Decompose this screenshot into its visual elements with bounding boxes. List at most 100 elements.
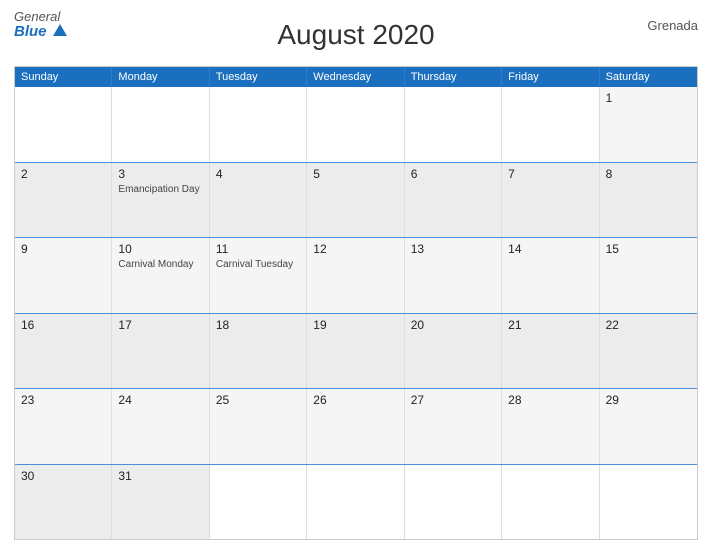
cal-cell-w1-d4: 6 <box>405 163 502 238</box>
day-number: 31 <box>118 469 202 483</box>
header-monday: Monday <box>112 67 209 87</box>
day-number: 16 <box>21 318 105 332</box>
logo-general-text: General <box>14 10 60 24</box>
cal-cell-w0-d4 <box>405 87 502 162</box>
calendar-week-1: 1 <box>15 87 697 162</box>
cal-cell-w3-d4: 20 <box>405 314 502 389</box>
cal-cell-w5-d1: 31 <box>112 465 209 540</box>
day-number: 5 <box>313 167 397 181</box>
calendar-week-4: 16 17 18 19 20 21 22 <box>15 313 697 389</box>
country-label: Grenada <box>647 18 698 33</box>
day-number: 26 <box>313 393 397 407</box>
cal-cell-w3-d3: 19 <box>307 314 404 389</box>
day-number: 19 <box>313 318 397 332</box>
day-number: 3 <box>118 167 202 181</box>
cal-cell-w2-d2: 11 Carnival Tuesday <box>210 238 307 313</box>
day-number: 22 <box>606 318 691 332</box>
cal-cell-w0-d0 <box>15 87 112 162</box>
cal-cell-w4-d5: 28 <box>502 389 599 464</box>
day-number: 7 <box>508 167 592 181</box>
day-number: 18 <box>216 318 300 332</box>
day-event: Emancipation Day <box>118 183 202 196</box>
day-event: Carnival Tuesday <box>216 258 300 271</box>
cal-cell-w3-d6: 22 <box>600 314 697 389</box>
day-number: 27 <box>411 393 495 407</box>
day-number: 1 <box>606 91 691 105</box>
logo-blue-text: Blue <box>14 24 67 41</box>
cal-cell-w1-d2: 4 <box>210 163 307 238</box>
cal-cell-w2-d4: 13 <box>405 238 502 313</box>
cal-cell-w2-d6: 15 <box>600 238 697 313</box>
day-number: 6 <box>411 167 495 181</box>
day-number: 30 <box>21 469 105 483</box>
calendar-week-6: 30 31 <box>15 464 697 540</box>
day-number: 9 <box>21 242 105 256</box>
calendar-body: 123Emancipation Day45678910Carnival Mond… <box>15 87 697 539</box>
cal-cell-w2-d5: 14 <box>502 238 599 313</box>
cal-cell-w1-d5: 7 <box>502 163 599 238</box>
cal-cell-w2-d0: 9 <box>15 238 112 313</box>
cal-cell-w5-d2 <box>210 465 307 540</box>
day-number: 28 <box>508 393 592 407</box>
cal-cell-w1-d0: 2 <box>15 163 112 238</box>
day-number: 24 <box>118 393 202 407</box>
calendar-week-2: 23 Emancipation Day 45678 <box>15 162 697 238</box>
header-saturday: Saturday <box>600 67 697 87</box>
day-number: 14 <box>508 242 592 256</box>
day-number: 12 <box>313 242 397 256</box>
cal-cell-w3-d0: 16 <box>15 314 112 389</box>
cal-cell-w1-d6: 8 <box>600 163 697 238</box>
cal-cell-w3-d1: 17 <box>112 314 209 389</box>
calendar-grid: Sunday Monday Tuesday Wednesday Thursday… <box>14 66 698 540</box>
cal-cell-w4-d6: 29 <box>600 389 697 464</box>
cal-cell-w5-d3 <box>307 465 404 540</box>
day-number: 8 <box>606 167 691 181</box>
day-number: 23 <box>21 393 105 407</box>
cal-cell-w0-d6: 1 <box>600 87 697 162</box>
day-number: 10 <box>118 242 202 256</box>
day-event: Carnival Monday <box>118 258 202 271</box>
cal-cell-w3-d5: 21 <box>502 314 599 389</box>
cal-cell-w0-d2 <box>210 87 307 162</box>
cal-cell-w5-d6 <box>600 465 697 540</box>
day-number: 17 <box>118 318 202 332</box>
day-number: 13 <box>411 242 495 256</box>
cal-cell-w4-d0: 23 <box>15 389 112 464</box>
header-sunday: Sunday <box>15 67 112 87</box>
cal-cell-w0-d5 <box>502 87 599 162</box>
cal-cell-w2-d1: 10 Carnival Monday <box>112 238 209 313</box>
header-thursday: Thursday <box>405 67 502 87</box>
page: General Blue August 2020 Grenada Sunday … <box>0 0 712 550</box>
day-number: 25 <box>216 393 300 407</box>
day-number: 2 <box>21 167 105 181</box>
header-tuesday: Tuesday <box>210 67 307 87</box>
cal-cell-w5-d5 <box>502 465 599 540</box>
day-number: 21 <box>508 318 592 332</box>
cal-cell-w5-d0: 30 <box>15 465 112 540</box>
day-number: 29 <box>606 393 691 407</box>
day-number: 11 <box>216 242 300 256</box>
cal-cell-w1-d1: 3 Emancipation Day <box>112 163 209 238</box>
logo-triangle-icon <box>53 24 67 36</box>
header-friday: Friday <box>502 67 599 87</box>
cal-cell-w4-d2: 25 <box>210 389 307 464</box>
cal-cell-w2-d3: 12 <box>307 238 404 313</box>
day-number: 15 <box>606 242 691 256</box>
calendar-week-3: 9 10 Carnival Monday 11 Carnival Tuesday 12 13… <box>15 237 697 313</box>
cal-cell-w4-d1: 24 <box>112 389 209 464</box>
logo: General Blue <box>14 10 67 41</box>
calendar-week-5: 23 24 25 26 27 28 29 <box>15 388 697 464</box>
cal-cell-w5-d4 <box>405 465 502 540</box>
cal-cell-w0-d1 <box>112 87 209 162</box>
calendar-header-row: Sunday Monday Tuesday Wednesday Thursday… <box>15 67 697 87</box>
calendar-header: General Blue August 2020 Grenada <box>14 10 698 60</box>
header-wednesday: Wednesday <box>307 67 404 87</box>
cal-cell-w1-d3: 5 <box>307 163 404 238</box>
day-number: 20 <box>411 318 495 332</box>
day-number: 4 <box>216 167 300 181</box>
cal-cell-w4-d3: 26 <box>307 389 404 464</box>
cal-cell-w3-d2: 18 <box>210 314 307 389</box>
cal-cell-w0-d3 <box>307 87 404 162</box>
month-title: August 2020 <box>277 19 434 51</box>
cal-cell-w4-d4: 27 <box>405 389 502 464</box>
